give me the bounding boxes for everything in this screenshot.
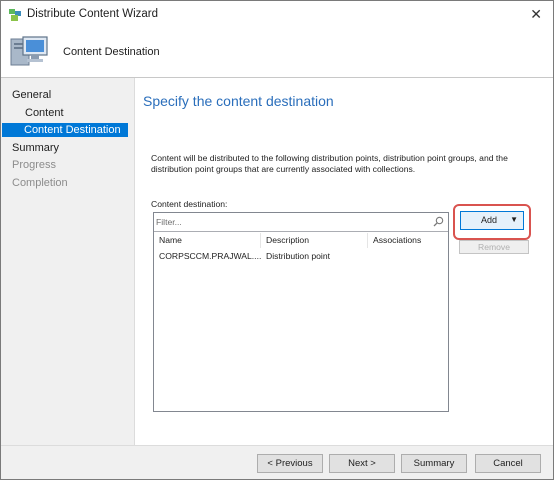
page-description: Content will be distributed to the follo… [151,153,508,174]
close-icon[interactable]: ✕ [530,6,542,22]
filter-bar [154,213,448,232]
column-header-associations[interactable]: Associations [369,233,448,248]
page-heading: Specify the content destination [143,93,334,109]
column-header-name[interactable]: Name [155,233,261,248]
row-name-cell: CORPSCCM.PRAJWAL.... [159,251,262,261]
nav-item-summary[interactable]: Summary [12,141,59,155]
destination-list[interactable]: Name Description Associations CORPSCCM.P… [153,212,449,412]
row-description-cell: Distribution point [266,251,331,261]
title-bar: Distribute Content Wizard ✕ [1,1,553,29]
wizard-nav: General Content Content Destination Summ… [1,78,134,479]
dropdown-caret-icon: ▼ [510,215,518,224]
cancel-button[interactable]: Cancel [475,454,541,473]
column-header-description[interactable]: Description [262,233,368,248]
computer-monitor-icon [10,36,48,66]
nav-item-content[interactable]: Content [25,106,64,120]
next-button[interactable]: Next > [329,454,395,473]
window-title: Distribute Content Wizard [27,8,159,20]
previous-button[interactable]: < Previous [257,454,323,473]
main-panel: Specify the content destination Content … [134,78,553,445]
wizard-window: Distribute Content Wizard ✕ Content Dest… [0,0,554,480]
nav-item-completion: Completion [12,177,68,189]
nav-item-general[interactable]: General [12,88,51,102]
wizard-footer: < Previous Next > Summary Cancel [1,445,553,479]
filter-input[interactable] [156,214,426,229]
remove-button[interactable]: Remove [459,240,529,254]
add-button[interactable]: Add ▼ [460,211,524,230]
search-icon[interactable] [433,216,444,227]
header-title: Content Destination [63,46,160,58]
app-icon [9,9,21,21]
nav-item-progress: Progress [12,159,57,171]
add-button-highlight: Add ▼ [453,204,531,240]
wizard-header: Content Destination [1,29,553,78]
add-button-label: Add [481,215,498,225]
summary-button[interactable]: Summary [401,454,467,473]
nav-item-content-destination[interactable]: Content Destination [2,123,128,137]
content-destination-label: Content destination: [151,199,228,209]
